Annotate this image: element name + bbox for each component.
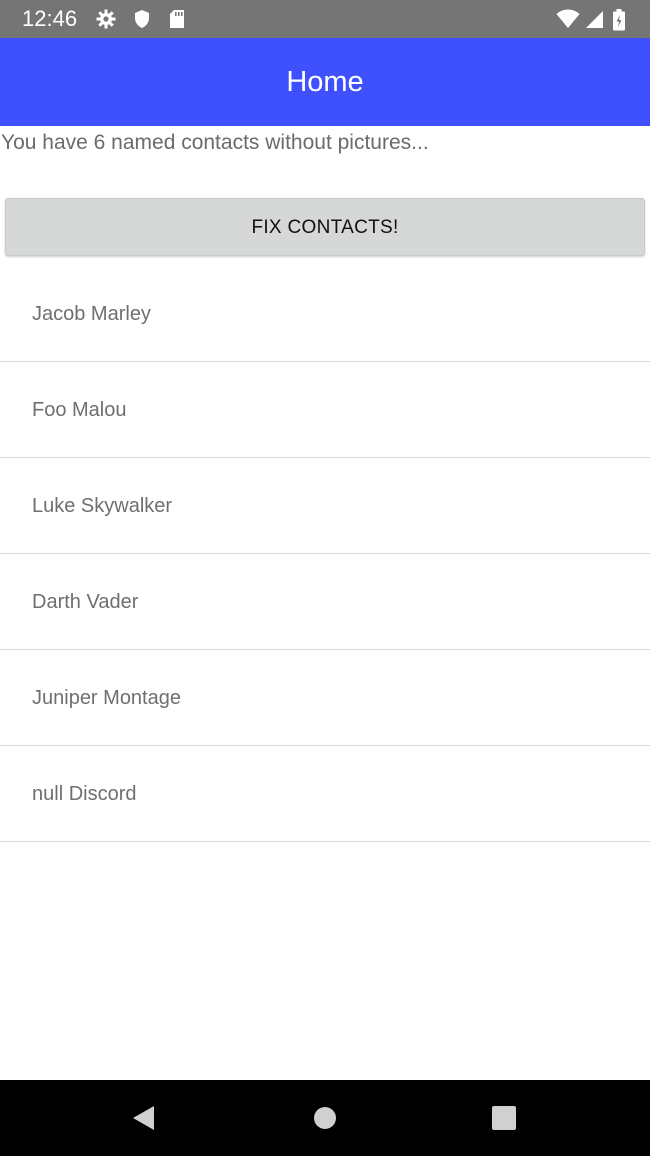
list-item[interactable]: Luke Skywalker [0,458,650,554]
signal-icon [584,9,604,29]
list-item[interactable]: Juniper Montage [0,650,650,746]
status-time: 12:46 [22,6,78,31]
gear-icon [96,9,116,29]
sd-card-icon [167,9,187,29]
home-icon[interactable] [305,1098,345,1138]
wifi-icon [556,9,580,29]
contact-name: Juniper Montage [32,687,181,709]
shield-icon [132,9,152,29]
battery-icon [612,9,626,31]
status-bar: 12:46 [0,0,650,38]
contact-name: Foo Malou [32,399,127,421]
contact-name: Luke Skywalker [32,495,173,517]
contact-list: Jacob Marley Foo Malou Luke Skywalker Da… [0,266,650,842]
contact-name: null Discord [32,783,137,805]
recents-icon[interactable] [484,1098,524,1138]
back-icon[interactable] [124,1098,164,1138]
contact-name: Jacob Marley [32,303,151,325]
list-item[interactable]: null Discord [0,746,650,842]
navigation-bar [0,1080,650,1156]
contacts-summary: You have 6 named contacts without pictur… [1,131,429,154]
list-item[interactable]: Jacob Marley [0,266,650,362]
fix-contacts-button[interactable]: FIX CONTACTS! [5,198,645,256]
app-bar: Home [0,38,650,126]
page-title: Home [286,66,364,98]
contact-name: Darth Vader [32,591,139,613]
list-item[interactable]: Foo Malou [0,362,650,458]
list-item[interactable]: Darth Vader [0,554,650,650]
